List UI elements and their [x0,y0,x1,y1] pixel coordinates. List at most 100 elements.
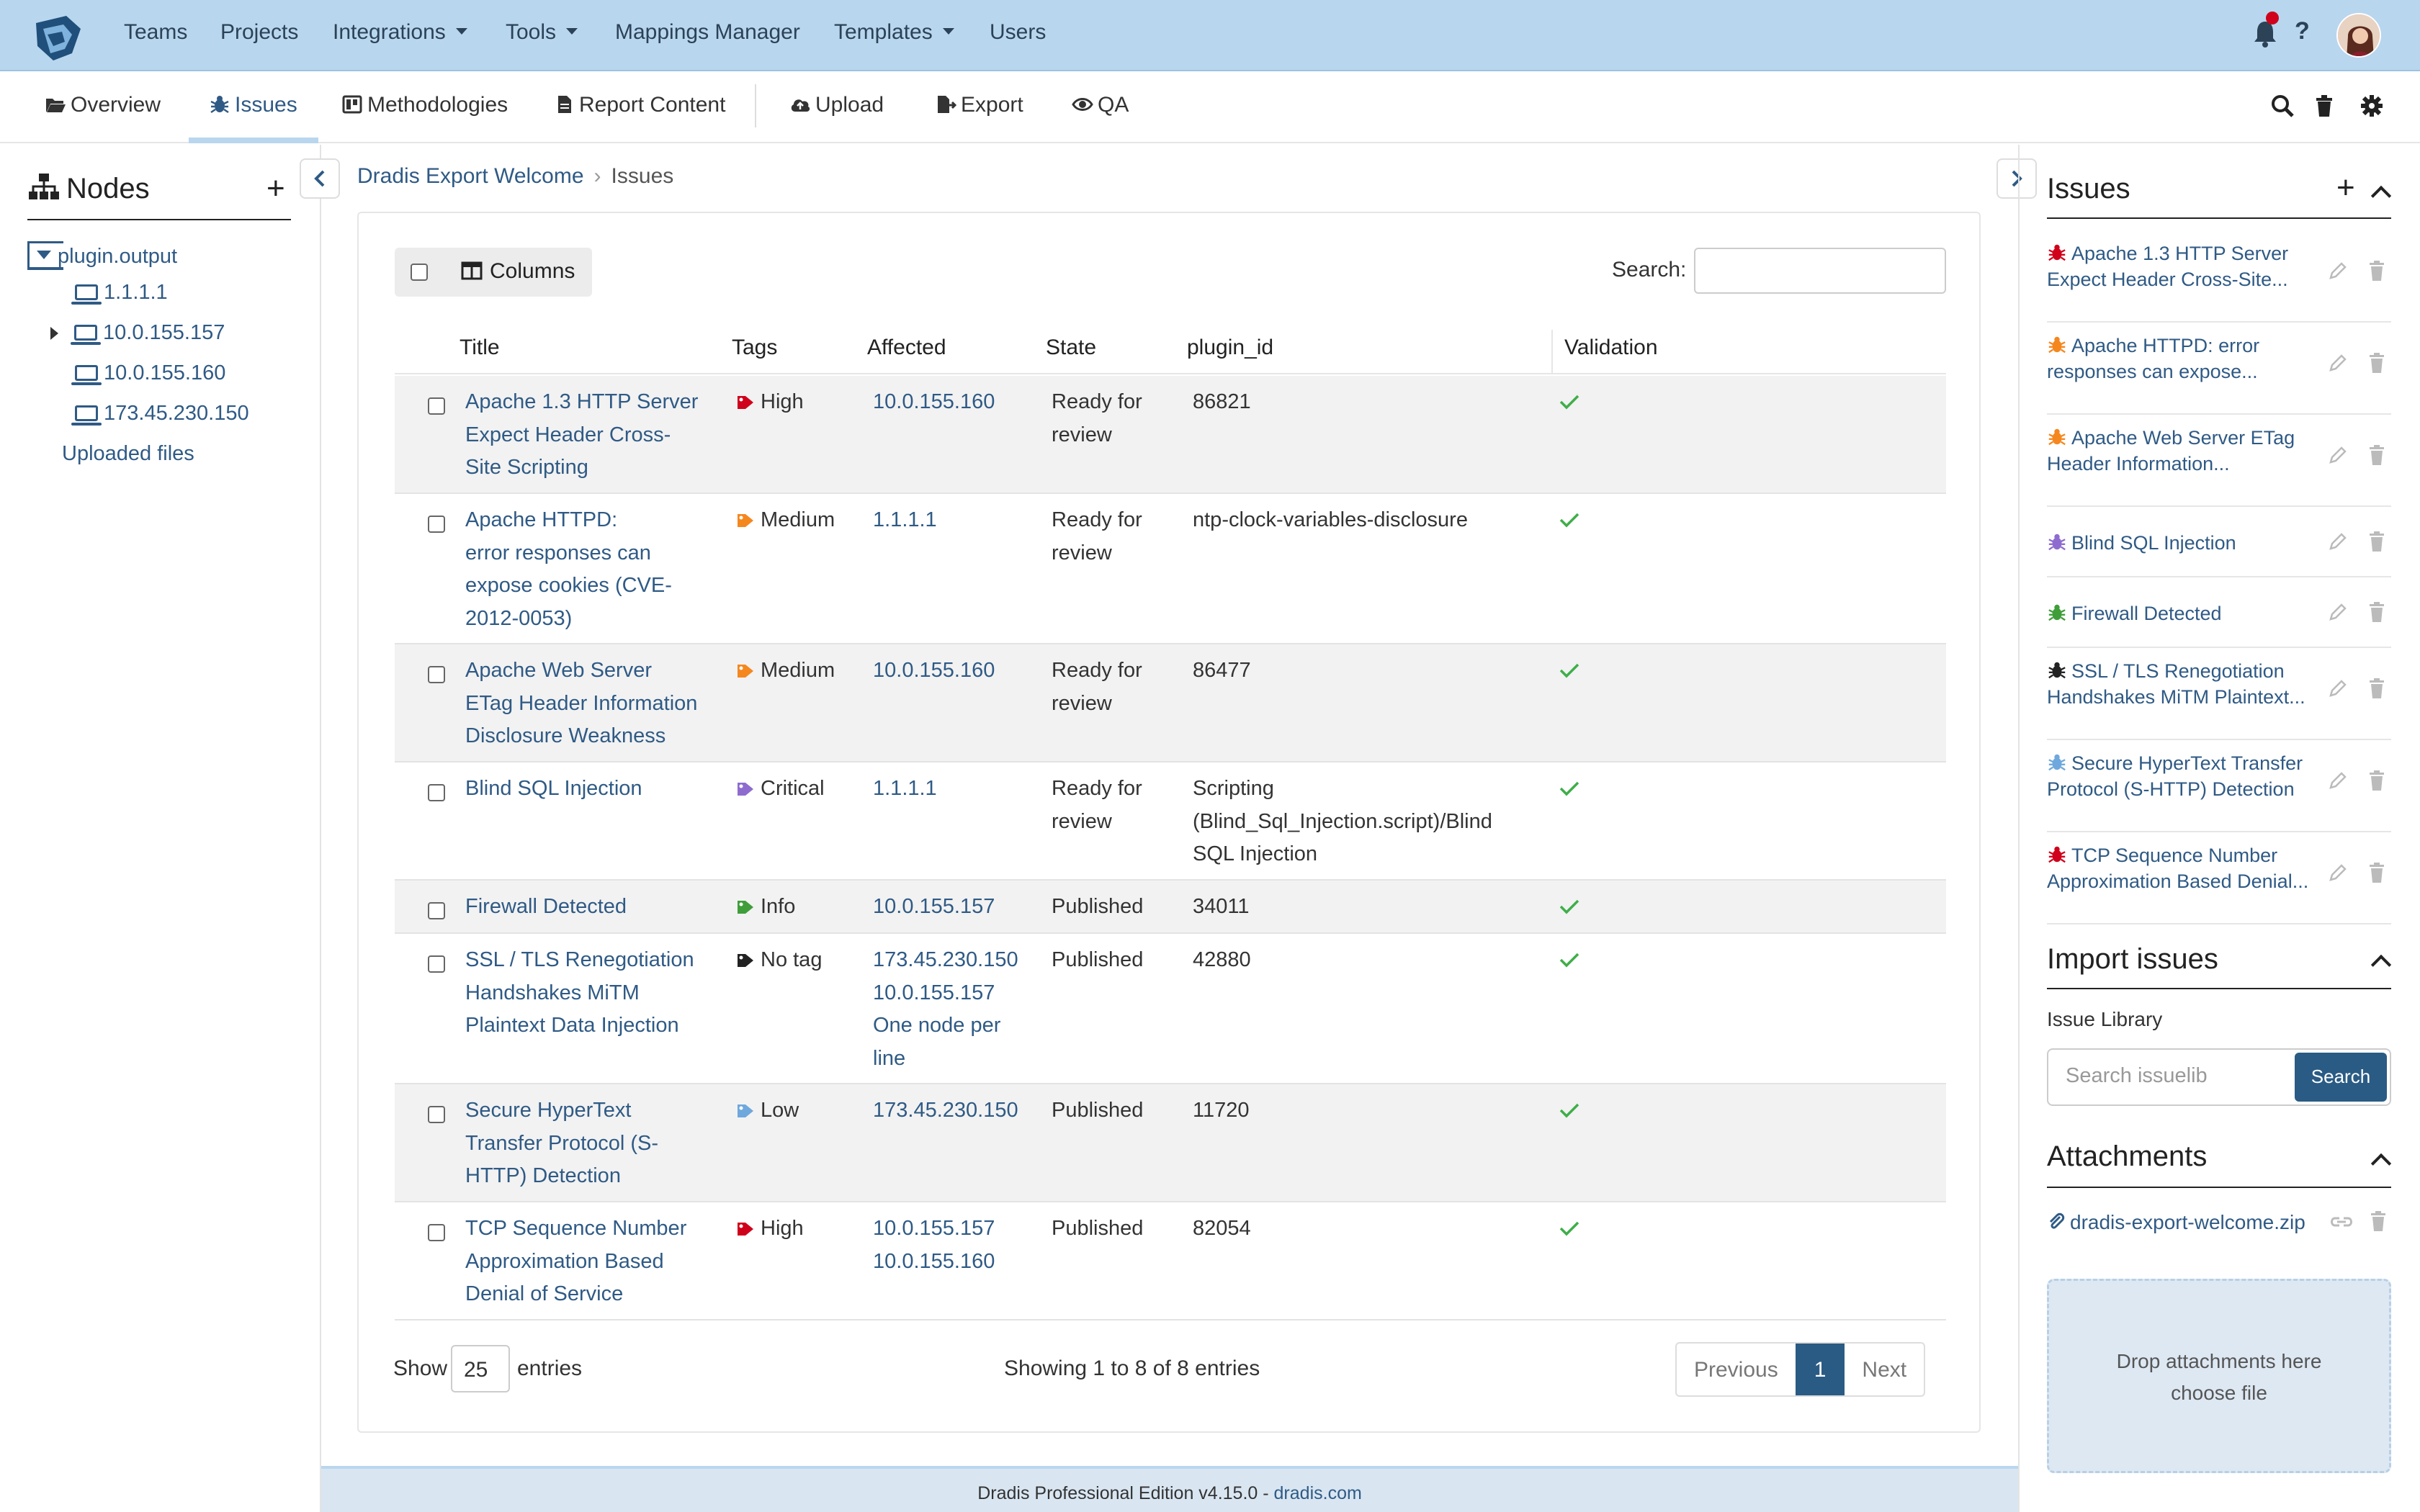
subnav-report-content[interactable]: Report Content [553,93,725,117]
trash-icon[interactable] [2368,863,2385,883]
affected-node-link[interactable]: 10.0.155.157 [873,1212,1031,1246]
sidebar-issue-item[interactable]: Apache Web Server ETag Header Information… [2047,416,2391,507]
issue-title-link[interactable]: Secure HyperText Transfer Protocol (S- HTT… [465,1094,725,1193]
help-icon[interactable]: ? [2295,17,2310,45]
dradis-logo[interactable] [29,10,86,65]
pagination-page-1[interactable]: 1 [1795,1344,1845,1395]
trash-icon[interactable] [2312,94,2336,118]
column-header-validation[interactable]: Validation [1564,336,1658,360]
trash-icon[interactable] [2368,531,2385,552]
column-header-title[interactable]: Title [460,336,500,360]
expand-triangle-icon[interactable] [50,327,58,340]
affected-node-link[interactable]: 1.1.1.1 [873,773,1031,806]
affected-node-link[interactable]: 173.45.230.150 [873,1094,1031,1128]
trash-icon[interactable] [2368,353,2385,373]
attachment-dropzone[interactable]: Drop attachments here choose file [2047,1279,2391,1473]
sidebar-issue-link[interactable]: Firewall Detected [2047,600,2321,626]
add-issue-button[interactable]: + [2336,170,2355,206]
row-checkbox[interactable] [428,666,445,683]
tree-node-10-0-155-160[interactable]: 10.0.155.160 [71,361,225,385]
subnav-qa[interactable]: QA [1072,93,1129,117]
sidebar-issue-item[interactable]: Blind SQL Injection [2047,508,2391,577]
tree-node-173-45-230-150[interactable]: 173.45.230.150 [71,402,249,426]
issue-title-link[interactable]: Apache HTTPD: error responses can expose c… [465,504,725,635]
columns-button[interactable]: Columns [461,259,575,284]
pencil-icon[interactable] [2328,863,2348,883]
affected-node-link[interactable]: 173.45.230.150 [873,944,1031,977]
sidebar-issue-item[interactable]: Secure HyperText Transfer Protocol (S-HTT… [2047,742,2391,832]
sidebar-issue-item[interactable]: TCP Sequence Number Approximation Based D… [2047,834,2391,924]
sidebar-issue-link[interactable]: Apache HTTPD: error responses can expose.… [2047,333,2321,384]
sidebar-issue-item[interactable]: Apache 1.3 HTTP Server Expect Header Cros… [2047,232,2391,323]
affected-node-link[interactable]: 10.0.155.160 [873,654,1031,688]
tree-node-1-1-1-1[interactable]: 1.1.1.1 [71,281,168,305]
row-checkbox[interactable] [428,1224,445,1241]
column-header-affected[interactable]: Affected [867,336,946,360]
pencil-icon[interactable] [2328,353,2348,373]
pagination-previous-button[interactable]: Previous [1677,1344,1796,1395]
row-checkbox[interactable] [428,955,445,973]
nav-projects[interactable]: Projects [220,20,298,45]
affected-node-link[interactable]: One node per [873,1009,1031,1043]
row-checkbox[interactable] [428,784,445,801]
row-checkbox[interactable] [428,516,445,533]
sidebar-issue-link[interactable]: Apache Web Server ETag Header Information… [2047,425,2321,477]
sidebar-issue-link[interactable]: Blind SQL Injection [2047,530,2321,556]
trash-icon[interactable] [2368,261,2385,281]
link-icon[interactable] [2329,1212,2354,1231]
trash-icon[interactable] [2368,770,2385,791]
nav-users[interactable]: Users [990,20,1046,45]
row-checkbox[interactable] [428,397,445,415]
tree-node-plugin-output[interactable]: plugin.output [27,241,177,270]
pagination-next-button[interactable]: Next [1845,1344,1924,1395]
subnav-export[interactable]: Export [935,93,1023,117]
breadcrumb-project-link[interactable]: Dradis Export Welcome [357,164,584,188]
nav-integrations[interactable]: Integrations [333,20,467,45]
affected-node-link[interactable]: 10.0.155.157 [873,891,1031,924]
column-header-plugin-id[interactable]: plugin_id [1187,336,1273,360]
uploaded-files-link[interactable]: Uploaded files [62,442,194,466]
nav-teams[interactable]: Teams [124,20,187,45]
issue-title-link[interactable]: SSL / TLS Renegotiation Handshakes MiTM Pl… [465,944,725,1043]
sidebar-issue-link[interactable]: SSL / TLS Renegotiation Handshakes MiTM P… [2047,658,2321,710]
subnav-issues[interactable]: Issues [209,93,297,117]
row-checkbox[interactable] [428,1106,445,1123]
select-all-checkbox[interactable] [411,264,428,281]
subnav-upload[interactable]: Upload [789,93,884,117]
nav-templates[interactable]: Templates [834,20,954,45]
affected-node-link[interactable]: 10.0.155.160 [873,1246,1031,1279]
pencil-icon[interactable] [2328,770,2348,791]
tree-node-10-0-155-157[interactable]: 10.0.155.157 [50,321,225,345]
pencil-icon[interactable] [2328,445,2348,465]
issue-title-link[interactable]: TCP Sequence Number Approximation Based De… [465,1212,725,1311]
pencil-icon[interactable] [2328,531,2348,552]
pencil-icon[interactable] [2328,678,2348,698]
page-size-select[interactable]: 25 [451,1345,510,1392]
toggle-collapse-icon[interactable] [27,241,63,270]
sidebar-issue-link[interactable]: Apache 1.3 HTTP Server Expect Header Cros… [2047,240,2321,292]
issue-title-link[interactable]: Blind SQL Injection [465,773,725,806]
nav-tools[interactable]: Tools [506,20,578,45]
sidebar-issue-link[interactable]: TCP Sequence Number Approximation Based D… [2047,842,2321,894]
affected-node-link[interactable]: 1.1.1.1 [873,504,1031,537]
sidebar-issue-item[interactable]: Firewall Detected [2047,579,2391,648]
subnav-methodologies[interactable]: Methodologies [341,93,508,117]
footer-link[interactable]: dradis.com [1274,1483,1362,1503]
affected-node-link[interactable]: line [873,1043,1031,1076]
add-node-button[interactable]: + [266,171,285,207]
column-header-state[interactable]: State [1046,336,1096,360]
attachment-file-link[interactable]: dradis-export-welcome.zip [2047,1211,2305,1234]
row-checkbox[interactable] [428,902,445,919]
search-icon[interactable] [2270,94,2295,118]
avatar[interactable] [2336,13,2381,58]
pencil-icon[interactable] [2328,602,2348,622]
trash-icon[interactable] [2368,602,2385,622]
affected-node-link[interactable]: 10.0.155.157 [873,977,1031,1010]
issuelib-search-button[interactable]: Search [2295,1053,2387,1102]
subnav-overview[interactable]: Overview [45,93,161,117]
issue-title-link[interactable]: Apache Web Server ETag Header Information… [465,654,725,753]
table-search-input[interactable] [1694,248,1946,294]
issue-title-link[interactable]: Firewall Detected [465,891,725,924]
choose-file-link[interactable]: choose file [2049,1377,2389,1409]
sidebar-issue-item[interactable]: Apache HTTPD: error responses can expose.… [2047,324,2391,415]
